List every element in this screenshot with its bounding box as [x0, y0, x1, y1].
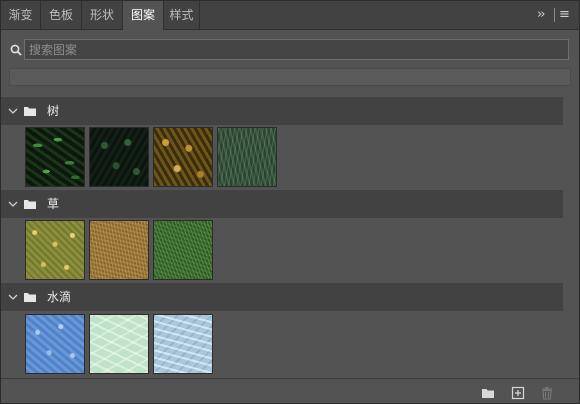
tab-gradients[interactable]: 渐变 [1, 1, 41, 29]
delete-icon[interactable] [540, 386, 554, 400]
folder-icon [24, 293, 36, 302]
filter-bar[interactable] [9, 68, 571, 86]
chevron-down-icon[interactable] [7, 291, 19, 303]
toolbar-separator [554, 8, 555, 22]
group-name: 树 [47, 104, 60, 118]
yellow-grass-pattern[interactable] [25, 220, 85, 280]
chevron-down-icon[interactable] [7, 105, 19, 117]
fern-pattern[interactable] [25, 127, 85, 187]
folder-icon [24, 200, 36, 209]
ripple-water-pattern[interactable] [153, 314, 213, 374]
new-pattern-icon[interactable] [511, 386, 525, 400]
group-name: 草 [47, 197, 60, 211]
autumn-leaf-pattern[interactable] [153, 127, 213, 187]
group-header-water[interactable]: 水滴 [1, 283, 563, 311]
dark-leaf-pattern[interactable] [89, 127, 149, 187]
new-group-icon[interactable] [481, 386, 495, 400]
group-header-grass[interactable]: 草 [1, 190, 563, 218]
tab-shapes[interactable]: 形状 [82, 1, 123, 29]
tab-patterns[interactable]: 图案 [123, 1, 164, 30]
search-icon [10, 44, 22, 56]
tab-styles[interactable]: 样式 [164, 1, 200, 29]
group-name: 水滴 [47, 290, 72, 304]
chevron-down-icon[interactable] [7, 198, 19, 210]
panel-menu-icon[interactable]: ≡ [559, 7, 570, 23]
pool-water-pattern[interactable] [89, 314, 149, 374]
group-header-trees[interactable]: 树 [1, 97, 563, 125]
patterns-panel: 渐变 色板 形状 图案 样式 ›› ≡ 树 草 [0, 0, 580, 404]
dry-grass-pattern[interactable] [89, 220, 149, 280]
folder-icon [24, 107, 36, 116]
tab-bar: 渐变 色板 形状 图案 样式 ›› ≡ [1, 1, 579, 30]
search-field[interactable] [24, 39, 569, 60]
pine-pattern[interactable] [217, 127, 277, 187]
bottom-toolbar [1, 378, 579, 403]
scrollbar[interactable] [563, 97, 579, 378]
blue-water-drop-pattern[interactable] [25, 314, 85, 374]
collapse-icon[interactable]: ›› [537, 7, 546, 23]
search-input[interactable] [25, 40, 568, 59]
tab-swatches[interactable]: 色板 [41, 1, 82, 29]
green-grass-pattern[interactable] [153, 220, 213, 280]
